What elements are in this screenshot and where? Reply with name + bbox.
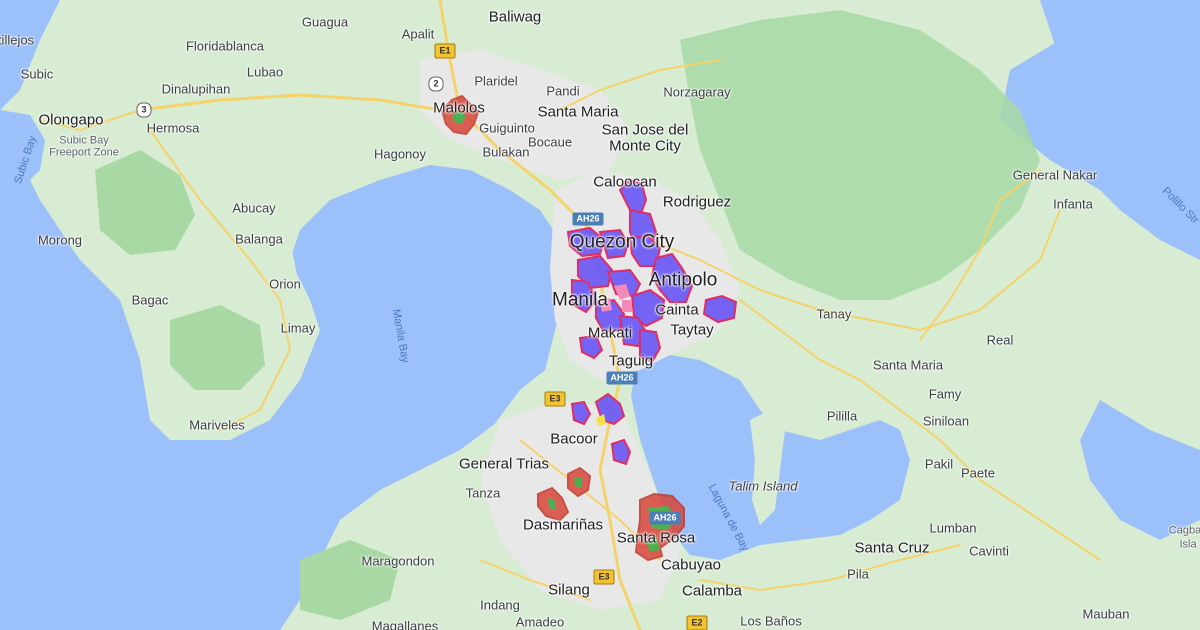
place-label-infanta: Infanta bbox=[1053, 196, 1093, 212]
route-shield-3: 3 bbox=[136, 102, 152, 118]
place-label-apalit: Apalit bbox=[401, 26, 435, 42]
place-label-tanay: Tanay bbox=[816, 306, 852, 322]
place-label-lumban: Lumban bbox=[929, 520, 977, 536]
place-label-abucay: Abucay bbox=[232, 200, 276, 216]
place-label-cainta: Cainta bbox=[655, 301, 699, 319]
highway-shield-e2: E2 bbox=[686, 615, 708, 630]
place-label-cabuyao: Cabuyao bbox=[660, 556, 722, 574]
place-label-hagonoy: Hagonoy bbox=[373, 146, 427, 162]
highway-shield-ah26-center: AH26 bbox=[606, 371, 638, 385]
place-label-santa-maria-east: Santa Maria bbox=[872, 357, 944, 373]
place-label-pila: Pila bbox=[847, 566, 869, 582]
place-label-floridablanca: Floridablanca bbox=[185, 38, 265, 54]
place-label-siniloan: Siniloan bbox=[922, 413, 970, 429]
place-label-santa-rosa: Santa Rosa bbox=[616, 529, 696, 547]
place-label-manila: Manila bbox=[552, 289, 608, 311]
place-label-taguig: Taguig bbox=[608, 352, 654, 370]
place-label-pakil: Pakil bbox=[924, 456, 954, 472]
place-label-tillejos: tillejos bbox=[0, 32, 35, 48]
highway-shield-e1: E1 bbox=[434, 43, 456, 59]
place-label-santa-maria-north: Santa Maria bbox=[537, 103, 619, 121]
place-label-guagua: Guagua bbox=[301, 14, 349, 30]
place-label-malolos: Malolos bbox=[433, 99, 485, 117]
place-label-sjdm-line2: Monte City bbox=[609, 137, 681, 155]
place-label-mariveles: Mariveles bbox=[189, 417, 245, 433]
highway-shield-ah26-south: AH26 bbox=[649, 511, 681, 525]
place-label-plaridel: Plaridel bbox=[474, 73, 518, 89]
highway-shield-ah26-north: AH26 bbox=[572, 212, 604, 226]
place-label-taytay: Taytay bbox=[670, 321, 714, 339]
highway-shield-e3-south: E3 bbox=[593, 569, 615, 585]
place-label-silang: Silang bbox=[548, 581, 590, 599]
place-label-cavinti: Cavinti bbox=[969, 543, 1009, 559]
place-label-norzagaray: Norzagaray bbox=[663, 84, 731, 100]
hotspot-general-trias[interactable] bbox=[567, 466, 592, 498]
place-label-sjdm-line1: San Jose del bbox=[601, 121, 689, 139]
map-canvas[interactable]: Baliwag Guagua Apalit tillejos Floridabl… bbox=[0, 0, 1200, 630]
place-label-pandi: Pandi bbox=[546, 83, 580, 99]
place-label-maragondon: Maragondon bbox=[361, 553, 435, 569]
place-label-indang: Indang bbox=[480, 597, 520, 613]
place-label-bulakan: Bulakan bbox=[482, 144, 530, 160]
place-label-famy: Famy bbox=[928, 386, 962, 402]
place-label-olongapo: Olongapo bbox=[38, 111, 104, 129]
place-label-subic: Subic bbox=[20, 66, 54, 82]
place-label-mauban: Mauban bbox=[1082, 606, 1130, 622]
place-label-dasmarinas: Dasmariñas bbox=[522, 516, 604, 534]
place-label-santa-cruz: Santa Cruz bbox=[854, 539, 930, 557]
place-label-paete: Paete bbox=[961, 465, 995, 481]
place-label-general-trias: General Trias bbox=[458, 455, 550, 473]
route-shield-2: 2 bbox=[428, 76, 444, 92]
place-label-rodriguez: Rodriguez bbox=[662, 193, 732, 211]
place-label-los-banos: Los Baños bbox=[740, 613, 802, 629]
place-label-bocaue: Bocaue bbox=[527, 134, 573, 150]
place-label-baliwag: Baliwag bbox=[488, 8, 542, 26]
place-label-cagbalete-2: Isla bbox=[1179, 538, 1197, 551]
place-label-antipolo: Antipolo bbox=[648, 269, 718, 291]
place-label-tanza: Tanza bbox=[465, 485, 501, 501]
place-label-hermosa: Hermosa bbox=[146, 120, 200, 136]
place-label-subic-bay-fz-1: Subic Bay bbox=[59, 134, 109, 147]
place-label-guiguinto: Guiguinto bbox=[479, 120, 535, 136]
place-label-orion: Orion bbox=[269, 276, 301, 292]
place-label-balanga: Balanga bbox=[235, 231, 283, 247]
place-label-talim-island: Talim Island bbox=[728, 478, 798, 494]
place-label-bacoor: Bacoor bbox=[550, 430, 598, 448]
place-label-dinalupihan: Dinalupihan bbox=[161, 81, 231, 97]
highway-shield-e3-north: E3 bbox=[544, 391, 566, 407]
place-label-quezon-city: Quezon City bbox=[569, 231, 675, 253]
place-label-pililla: Pililla bbox=[826, 408, 858, 424]
place-label-lubao: Lubao bbox=[246, 64, 284, 80]
place-label-cagbalete-1: Cagba bbox=[1168, 524, 1200, 537]
place-label-limay: Limay bbox=[280, 320, 316, 336]
place-label-morong: Morong bbox=[37, 232, 83, 248]
place-label-general-nakar: General Nakar bbox=[1012, 167, 1098, 183]
place-label-caloocan: Caloocan bbox=[593, 173, 657, 191]
place-label-calamba: Calamba bbox=[681, 582, 743, 600]
place-label-bagac: Bagac bbox=[131, 292, 169, 308]
place-label-makati: Makati bbox=[587, 324, 633, 342]
place-label-amadeo: Amadeo bbox=[515, 614, 565, 630]
place-label-magallanes: Magallanes bbox=[371, 618, 439, 630]
place-label-real: Real bbox=[986, 332, 1014, 348]
place-label-subic-bay-fz-2: Freeport Zone bbox=[49, 146, 119, 159]
